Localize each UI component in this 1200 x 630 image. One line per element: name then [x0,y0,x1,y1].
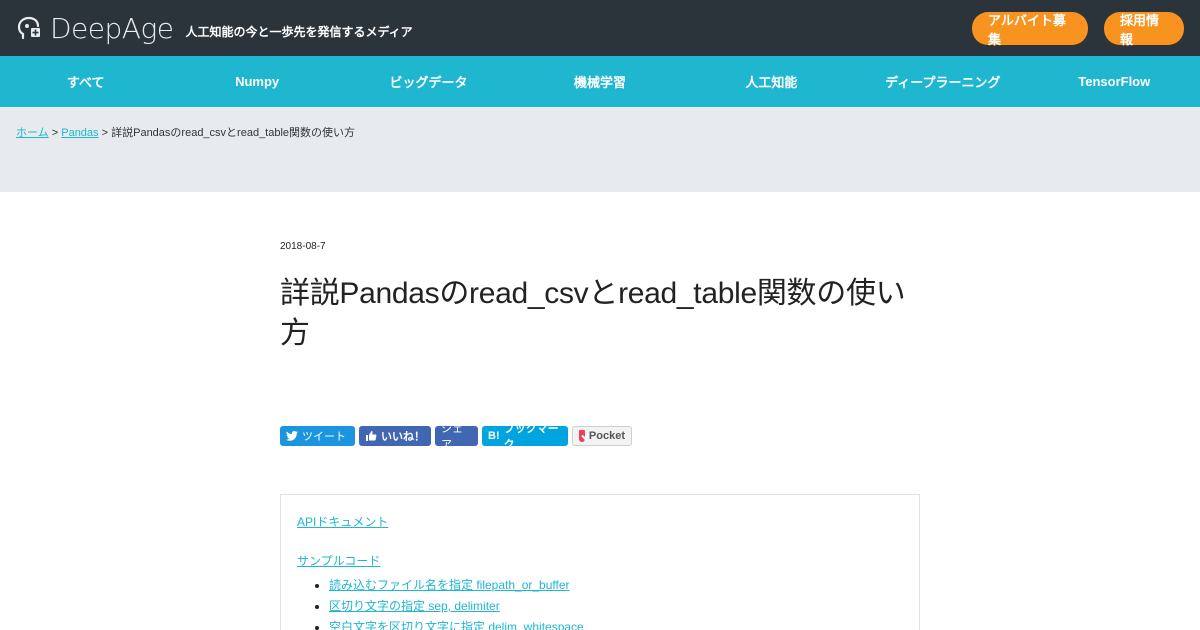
breadcrumb-separator: > [101,127,109,139]
article: 2018-08-7 詳説Pandasのread_csvとread_table関数… [280,192,920,630]
like-label: いいね！ [381,431,425,443]
logo-text: DeepAge [50,11,174,45]
top-header: DeepAge 人工知能の今と一歩先を発信するメディア アルバイト募集 採用情報 [0,0,1200,56]
breadcrumb-category-link[interactable]: Pandas [61,127,98,139]
toc-link[interactable]: 空白文字を区切り文字に指定 delim_whitespace [329,620,584,630]
twitter-bird-icon [286,431,298,441]
part-time-recruit-button[interactable]: アルバイト募集 [972,12,1088,47]
toc-link-sample-code[interactable]: サンプルコード [297,552,903,569]
publish-date: 2018-08-7 [280,241,326,252]
site-logo[interactable]: DeepAge [16,11,174,45]
pocket-label: Pocket [588,430,625,442]
nav-item-numpy[interactable]: Numpy [171,56,342,107]
share-label: シェア [441,423,463,451]
thumbs-up-icon [366,431,377,441]
nav-item-all[interactable]: すべて [0,56,171,107]
header-actions: アルバイト募集 採用情報 [972,12,1184,47]
category-nav: すべて Numpy ビッグデータ 機械学習 人工知能 ディープラーニング Ten… [0,56,1200,107]
list-item: 読み込むファイル名を指定 filepath_or_buffer [329,575,903,596]
toc-link[interactable]: 読み込むファイル名を指定 filepath_or_buffer [329,578,570,592]
breadcrumb-home-link[interactable]: ホーム [16,127,49,139]
hatena-label: ブックマーク [503,423,559,451]
list-item: 区切り文字の指定 sep, delimiter [329,596,903,617]
brain-plus-icon [17,16,40,40]
pocket-icon [579,430,585,442]
table-of-contents: APIドキュメント サンプルコード 読み込むファイル名を指定 filepath_… [280,494,920,630]
toc-sublist: 読み込むファイル名を指定 filepath_or_buffer 区切り文字の指定… [297,575,903,630]
careers-button[interactable]: 採用情報 [1104,12,1184,47]
breadcrumb: ホーム > Pandas > 詳説Pandasのread_csvとread_ta… [0,107,1200,192]
tweet-label: ツイート [302,431,346,443]
facebook-share-button[interactable]: シェア [435,423,478,451]
tweet-button[interactable]: ツイート [280,426,355,446]
share-buttons: ツイート いいね！ シェア B! ブックマーク Pocket [280,423,920,451]
nav-item-big-data[interactable]: ビッグデータ [343,56,514,107]
list-item: 空白文字を区切り文字に指定 delim_whitespace [329,617,903,630]
nav-item-ai[interactable]: 人工知能 [686,56,857,107]
breadcrumb-separator: > [51,127,59,139]
pocket-button[interactable]: Pocket [572,426,632,446]
nav-item-machine-learning[interactable]: 機械学習 [514,56,685,107]
nav-item-deep-learning[interactable]: ディープラーニング [857,56,1028,107]
hatena-b-icon: B! [488,430,500,442]
facebook-like-button[interactable]: いいね！ [359,426,431,446]
article-title: 詳説Pandasのread_csvとread_table関数の使い方 [280,277,906,350]
toc-link-api-doc[interactable]: APIドキュメント [297,513,903,530]
site-tagline: 人工知能の今と一歩先を発信するメディア [185,24,413,39]
nav-item-tensorflow[interactable]: TensorFlow [1029,56,1200,107]
hatena-bookmark-button[interactable]: B! ブックマーク [482,423,568,451]
toc-link[interactable]: 区切り文字の指定 sep, delimiter [329,599,500,613]
breadcrumb-current: 詳説Pandasのread_csvとread_table関数の使い方 [111,127,356,139]
